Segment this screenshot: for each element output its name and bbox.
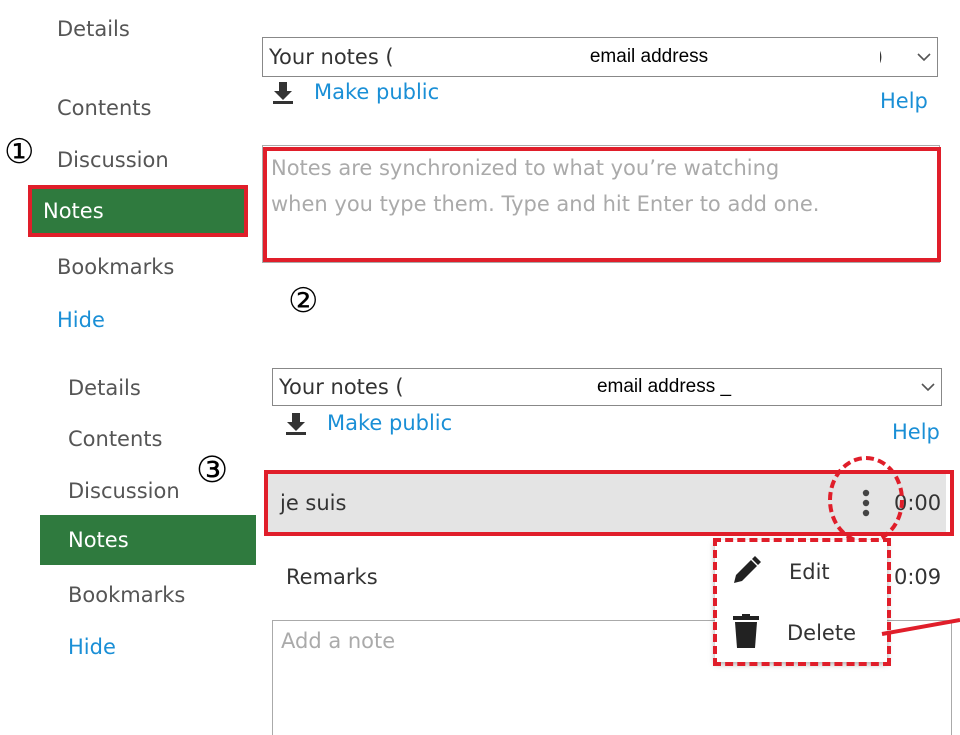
help-link[interactable]: Help [892,420,940,444]
annotation-step-2: ② [288,281,319,321]
annotation-circle-more-options [828,456,904,544]
sidebar-item-details[interactable]: Details [68,376,141,400]
annotation-highlight-notes-tab [28,185,248,237]
annotation-step-1: ① [4,132,35,172]
download-icon [273,82,293,104]
annotation-box-context-menu [713,538,891,666]
sidebar-item-discussion[interactable]: Discussion [68,479,180,503]
make-public-label: Make public [314,80,440,104]
note-timestamp[interactable]: 0:09 [894,565,941,589]
annotation-highlight-notes-input [263,147,941,262]
chevron-down-icon [917,53,931,62]
annotation-arrow-line [881,618,960,636]
sidebar-item-notes-active[interactable]: Notes [40,515,256,565]
dropdown-label: Your notes ( [279,375,404,399]
add-note-placeholder: Add a note [281,629,396,653]
note-text: Remarks [286,565,378,589]
sidebar-item-discussion[interactable]: Discussion [57,148,169,172]
help-link[interactable]: Help [880,89,928,113]
email-redaction: email address _ [429,370,899,404]
sidebar-item-contents[interactable]: Contents [68,427,162,451]
sidebar-item-hide[interactable]: Hide [68,635,116,659]
sidebar-item-hide[interactable]: Hide [57,308,105,332]
sidebar-item-bookmarks[interactable]: Bookmarks [68,583,185,607]
make-public-link[interactable]: Make public [272,80,439,104]
chevron-down-icon [921,383,935,392]
make-public-label: Make public [327,411,453,435]
sidebar-item-contents[interactable]: Contents [57,96,151,120]
annotation-step-3: ③ [196,450,229,491]
make-public-link[interactable]: Make public [285,411,452,435]
dropdown-label: Your notes ( [269,45,394,69]
sidebar-item-details[interactable]: Details [57,17,130,41]
sidebar-item-label: Notes [68,528,129,552]
email-redaction: email address [418,38,880,76]
sidebar-item-bookmarks[interactable]: Bookmarks [57,255,174,279]
download-icon [286,413,306,435]
